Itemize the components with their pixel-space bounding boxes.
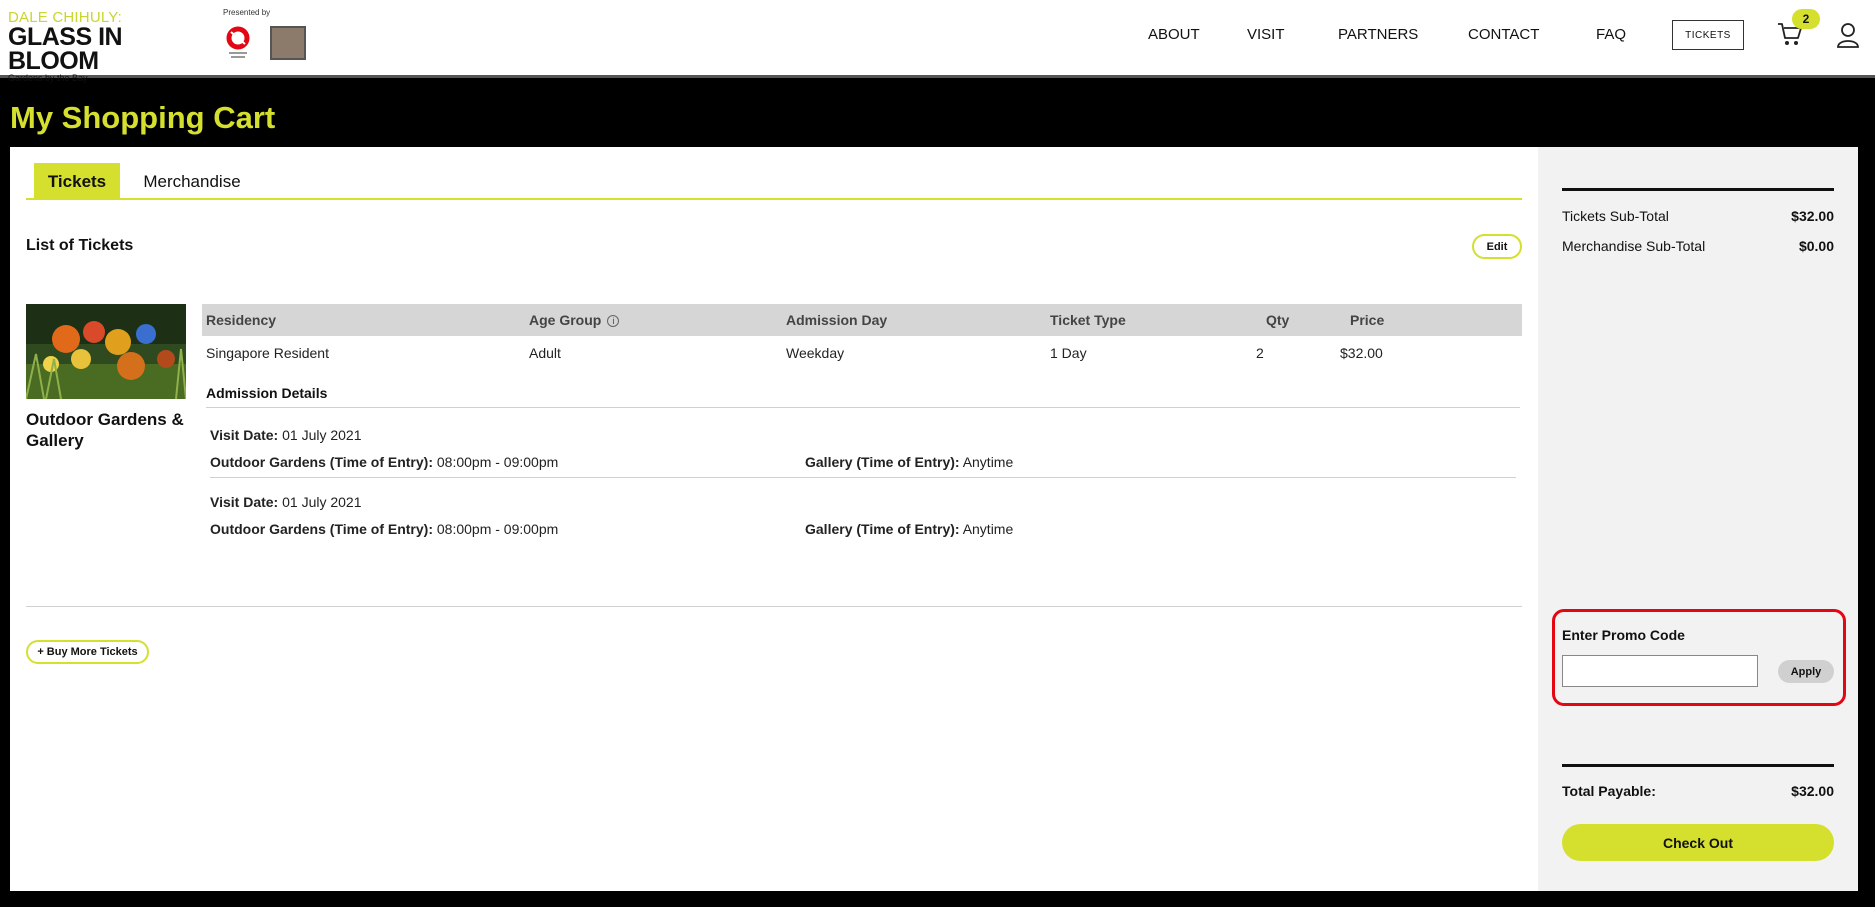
cart-count-badge: 2 [1792,9,1820,29]
cart-tabs: Tickets Merchandise [26,163,1522,200]
total-payable-row: Total Payable: $32.00 [1562,783,1834,799]
merch-subtotal-row: Merchandise Sub-Total $0.00 [1562,238,1834,254]
user-account-icon[interactable] [1836,22,1860,48]
gallery-entry-time: Gallery (Time of Entry): Anytime [805,521,1014,537]
cell-admission-day: Weekday [786,345,845,361]
checkout-button[interactable]: Check Out [1562,824,1834,861]
visit-date: Visit Date: 01 July 2021 [210,494,362,510]
tab-merchandise[interactable]: Merchandise [132,163,252,200]
cell-qty: 2 [1256,345,1264,361]
order-summary-panel: Tickets Sub-Total $32.00 Merchandise Sub… [1538,147,1858,891]
cell-age-group: Adult [529,345,561,361]
cell-ticket-type: 1 Day [1050,345,1087,361]
apply-promo-button[interactable]: Apply [1778,660,1834,683]
gallery-entry-time: Gallery (Time of Entry): Anytime [805,454,1014,470]
promo-code-input[interactable] [1562,655,1758,687]
tab-tickets[interactable]: Tickets [34,163,120,200]
summary-divider [1562,764,1834,767]
tickets-nav-label: TICKETS [1685,29,1731,41]
nav-about[interactable]: ABOUT [1148,26,1200,43]
cell-price: $32.00 [1340,345,1383,361]
sponsor-logo-icon [226,26,250,58]
buy-more-tickets-button[interactable]: + Buy More Tickets [26,640,149,664]
info-icon[interactable]: i [607,315,620,328]
cart-main-panel: Tickets Merchandise List of Tickets Edit… [10,147,1538,891]
merch-subtotal-value: $0.00 [1798,238,1834,254]
site-header: Dale Chihuly: GLASS IN BLOOM Gardens by … [0,0,1875,83]
product-thumbnail [26,304,186,399]
logo-line-3: Gardens by the Bay [8,73,88,83]
logo-line-2: GLASS IN BLOOM [8,23,123,75]
site-logo[interactable]: Dale Chihuly: GLASS IN BLOOM Gardens by … [8,10,218,83]
admission-details-heading: Admission Details [206,385,328,401]
tickets-subtotal-row: Tickets Sub-Total $32.00 [1562,208,1834,224]
nav-visit[interactable]: VISIT [1247,26,1285,43]
list-of-tickets-heading: List of Tickets [26,237,134,254]
nav-partners[interactable]: PARTNERS [1338,26,1418,43]
divider [210,477,1516,478]
presented-by-label: Presented by [223,8,271,17]
tickets-subtotal-label: Tickets Sub-Total [1562,208,1669,224]
tickets-nav-button[interactable]: TICKETS [1672,20,1744,50]
visit-date: Visit Date: 01 July 2021 [210,427,362,443]
col-qty: Qty [1266,312,1290,328]
col-price: Price [1350,312,1385,328]
product-name: Outdoor Gardens & Gallery [26,410,184,450]
col-ticket-type: Ticket Type [1050,312,1126,328]
divider [26,606,1522,607]
divider [206,407,1520,408]
promo-code-label: Enter Promo Code [1562,627,1685,643]
tickets-subtotal-value: $32.00 [1791,208,1834,224]
outdoor-entry-time: Outdoor Gardens (Time of Entry): 08:00pm… [210,454,559,470]
cell-residency: Singapore Resident [206,345,329,361]
col-admission-day: Admission Day [786,312,888,328]
total-payable-label: Total Payable: [1562,783,1656,799]
total-payable-value: $32.00 [1791,783,1834,799]
merch-subtotal-label: Merchandise Sub-Total [1562,238,1706,254]
col-residency: Residency [206,312,277,328]
ticket-table-header: Residency Age Group i Admission Day Ticke… [202,304,1522,336]
sponsor-logo-2-icon [270,26,306,60]
edit-button[interactable]: Edit [1472,234,1522,259]
summary-divider [1562,188,1834,191]
nav-faq[interactable]: FAQ [1596,26,1626,43]
col-age-group-label: Age Group [529,312,602,328]
page-title: My Shopping Cart [10,100,276,135]
nav-contact[interactable]: CONTACT [1468,26,1539,43]
outdoor-entry-time: Outdoor Gardens (Time of Entry): 08:00pm… [210,521,559,537]
col-age-group: Age Group i [529,312,620,328]
